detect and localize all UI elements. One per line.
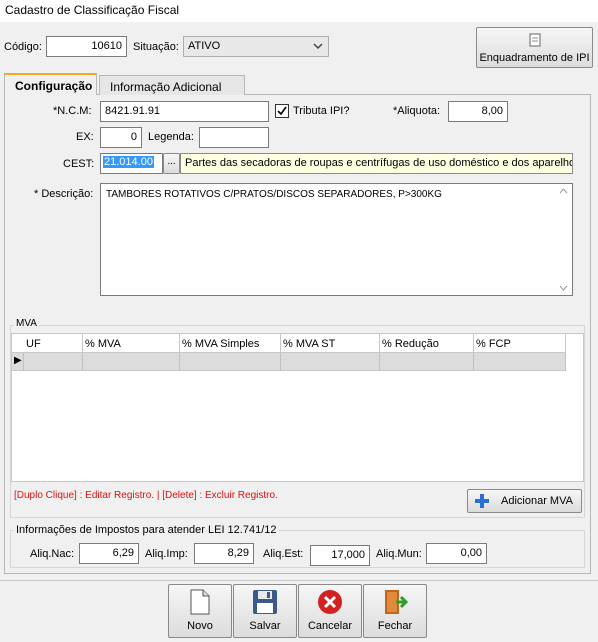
adicionar-mva-button[interactable]: Adicionar MVA [467, 489, 582, 513]
floppy-disk-icon [253, 590, 277, 614]
col-mva-st[interactable]: % MVA ST [283, 338, 335, 350]
aliq-nac-label: Aliq.Nac: [30, 548, 75, 560]
salvar-label: Salvar [249, 620, 281, 632]
cest-value: 21.014.00 [103, 156, 154, 168]
aliquota-field[interactable]: 8,00 [448, 101, 508, 122]
ncm-label: *N.C.M: [53, 105, 92, 117]
situacao-label: Situação: [133, 41, 179, 53]
col-uf[interactable]: UF [26, 338, 41, 350]
ex-field[interactable]: 0 [100, 127, 142, 148]
legenda-field[interactable] [199, 127, 269, 148]
situacao-value: ATIVO [188, 40, 221, 52]
tab-configuracao[interactable]: Configuração [4, 73, 97, 95]
mva-group-label: MVA [14, 318, 39, 329]
new-document-icon [190, 589, 210, 615]
col-mva-simples[interactable]: % MVA Simples [182, 338, 259, 350]
table-row[interactable]: ▶ [12, 353, 566, 371]
aliq-est-field[interactable]: 17,000 [310, 545, 370, 566]
window-title: Cadastro de Classificação Fiscal [0, 0, 598, 22]
col-fcp[interactable]: % FCP [476, 338, 511, 350]
cest-description: Partes das secadoras de roupas e centríf… [180, 153, 573, 174]
codigo-label: Código: [4, 41, 42, 53]
situacao-select[interactable]: ATIVO [183, 36, 329, 57]
aliq-est-label: Aliq.Est: [263, 548, 304, 560]
ncm-field[interactable]: 8421.91.91 [100, 101, 269, 122]
tributa-ipi-checkbox[interactable] [275, 104, 289, 118]
descricao-label: * Descrição: [34, 188, 94, 200]
scroll-up-icon [559, 188, 568, 194]
adicionar-mva-label: Adicionar MVA [501, 495, 573, 507]
scroll-down-icon [559, 285, 568, 291]
cancelar-label: Cancelar [307, 620, 353, 632]
descricao-textarea[interactable]: TAMBORES ROTATIVOS C/PRATOS/DISCOS SEPAR… [100, 183, 573, 296]
plus-icon [475, 494, 489, 508]
enquadramento-ipi-button[interactable]: Enquadramento de IPI [476, 27, 593, 68]
descricao-scrollbar[interactable] [555, 184, 572, 295]
cancel-icon [318, 590, 342, 614]
mva-hint: [Duplo Clique] : Editar Registro. | [Del… [14, 490, 278, 501]
row-indicator-icon: ▶ [14, 355, 22, 366]
descricao-text: TAMBORES ROTATIVOS C/PRATOS/DISCOS SEPAR… [106, 189, 442, 200]
checkmark-icon [277, 106, 287, 116]
codigo-field[interactable]: 10610 [46, 36, 127, 57]
salvar-button[interactable]: Salvar [233, 584, 297, 638]
aliq-mun-field[interactable]: 0,00 [426, 543, 487, 564]
legenda-label: Legenda: [148, 131, 194, 143]
ex-label: EX: [76, 131, 94, 143]
aliquota-label: *Aliquota: [393, 105, 441, 117]
novo-button[interactable]: Novo [168, 584, 232, 638]
novo-label: Novo [187, 620, 213, 632]
cancelar-button[interactable]: Cancelar [298, 584, 362, 638]
aliq-mun-label: Aliq.Mun: [376, 548, 422, 560]
footer-divider [0, 580, 598, 581]
mva-grid-header: UF % MVA % MVA Simples % MVA ST % Reduçã… [12, 334, 566, 353]
col-reducao[interactable]: % Redução [382, 338, 439, 350]
mva-grid[interactable]: UF % MVA % MVA Simples % MVA ST % Reduçã… [11, 333, 584, 482]
col-mva[interactable]: % MVA [85, 338, 121, 350]
dropdown-chevron-icon [313, 39, 323, 56]
enquadramento-ipi-label: Enquadramento de IPI [479, 52, 590, 64]
tab-informacao-adicional[interactable]: Informação Adicional [99, 75, 245, 95]
cest-field[interactable]: 21.014.00 [100, 153, 163, 174]
aliq-imp-label: Aliq.Imp: [145, 548, 188, 560]
document-icon [529, 33, 541, 50]
cest-label: CEST: [63, 158, 95, 170]
fechar-button[interactable]: Fechar [363, 584, 427, 638]
aliq-nac-field[interactable]: 6,29 [79, 543, 139, 564]
fechar-label: Fechar [377, 620, 413, 632]
exit-door-icon [385, 590, 408, 614]
impostos-group-label: Informações de Impostos para atender LEI… [14, 524, 279, 536]
aliq-imp-field[interactable]: 8,29 [194, 543, 254, 564]
cest-lookup-button[interactable]: ... [163, 153, 180, 174]
tributa-ipi-label: Tributa IPI? [293, 105, 350, 117]
